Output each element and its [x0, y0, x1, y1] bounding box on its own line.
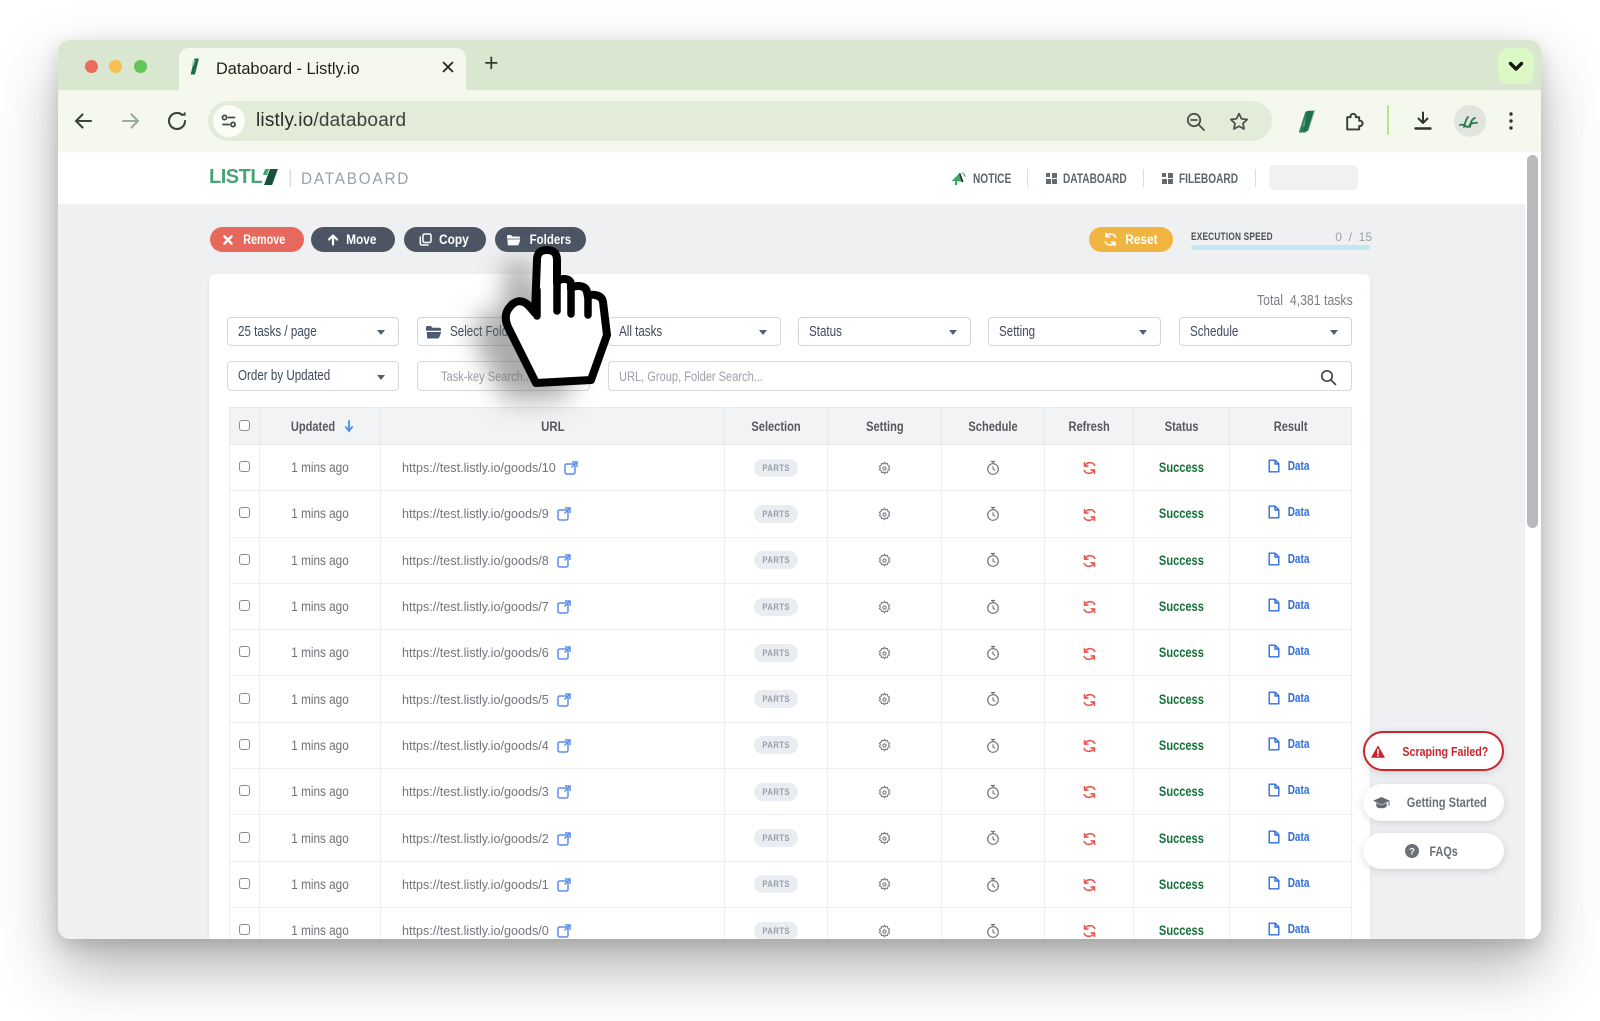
svg-text:?: ? [1409, 847, 1415, 858]
